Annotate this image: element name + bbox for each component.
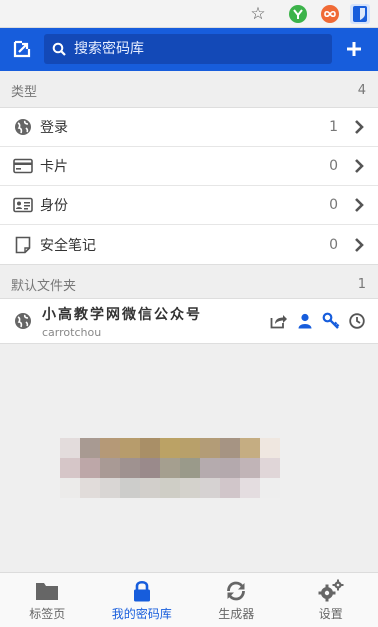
- types-section-count: 4: [357, 82, 366, 98]
- tab-tabs[interactable]: 标签页: [0, 573, 95, 627]
- gears-icon: [318, 579, 344, 603]
- type-row-secure-note[interactable]: 安全笔记 0: [0, 225, 378, 264]
- chevron-right-icon: [350, 236, 368, 254]
- chevron-right-icon: [350, 196, 368, 214]
- folder-section-title: 默认文件夹: [11, 278, 77, 294]
- folder-section-count: 1: [357, 276, 366, 292]
- folder-items-list: 小高教学网微信公众号 carrotchou: [0, 298, 378, 344]
- search-input[interactable]: [74, 34, 332, 64]
- user-icon: [298, 313, 312, 329]
- launch-button[interactable]: [266, 308, 292, 334]
- vault-item-name: 小高教学网微信公众号: [42, 306, 202, 323]
- globe-icon: [12, 310, 34, 332]
- tab-settings[interactable]: 设置: [284, 573, 378, 627]
- extension-infinity-icon[interactable]: [320, 4, 340, 24]
- extension-y-icon[interactable]: [288, 4, 308, 24]
- type-label: 登录: [40, 120, 68, 136]
- id-card-icon: [12, 194, 34, 216]
- copy-username-button[interactable]: [292, 308, 318, 334]
- type-row-card[interactable]: 卡片 0: [0, 147, 378, 186]
- type-label: 身份: [40, 198, 68, 214]
- credit-card-icon: [12, 155, 34, 177]
- refresh-icon: [223, 579, 249, 603]
- tab-label: 标签页: [29, 606, 66, 621]
- tab-label: 生成器: [218, 606, 255, 621]
- folder-icon: [34, 579, 60, 603]
- clock-icon: [349, 313, 365, 329]
- note-icon: [12, 234, 34, 256]
- type-label: 卡片: [40, 159, 68, 175]
- bookmark-star-icon[interactable]: ☆: [248, 4, 268, 24]
- bottom-nav: 标签页 我的密码库 生成器 设置: [0, 572, 378, 627]
- search-icon: [44, 34, 74, 64]
- globe-icon: [12, 116, 34, 138]
- type-count: 1: [329, 119, 338, 135]
- type-count: 0: [329, 197, 338, 213]
- chevron-right-icon: [350, 157, 368, 175]
- copy-password-button[interactable]: [318, 308, 344, 334]
- tab-generator[interactable]: 生成器: [189, 573, 284, 627]
- lock-icon: [129, 579, 155, 603]
- type-count: 0: [329, 236, 338, 253]
- blurred-image: [60, 438, 280, 498]
- search-box[interactable]: [44, 34, 332, 64]
- tab-label: 设置: [318, 606, 343, 621]
- tab-my-vault[interactable]: 我的密码库: [95, 573, 190, 627]
- types-list: 登录 1 卡片 0 身份 0 安全笔记 0: [0, 107, 378, 265]
- types-section-header: 类型 4: [0, 73, 378, 107]
- share-icon: [270, 315, 287, 329]
- browser-toolbar: ☆: [0, 0, 378, 28]
- popout-button[interactable]: [8, 35, 36, 63]
- popout-icon: [13, 40, 31, 58]
- add-item-button[interactable]: [340, 35, 368, 63]
- type-row-identity[interactable]: 身份 0: [0, 186, 378, 225]
- folder-section-header: 默认文件夹 1: [0, 267, 378, 301]
- chevron-right-icon: [350, 118, 368, 136]
- vault-item[interactable]: 小高教学网微信公众号 carrotchou: [0, 299, 378, 343]
- type-label: 安全笔记: [40, 237, 96, 254]
- app-header: [0, 28, 378, 71]
- key-icon: [322, 312, 340, 329]
- vault-item-username: carrotchou: [42, 325, 102, 339]
- tab-label: 我的密码库: [111, 606, 172, 621]
- types-section-title: 类型: [11, 84, 38, 100]
- type-row-login[interactable]: 登录 1: [0, 108, 378, 147]
- type-count: 0: [329, 158, 338, 174]
- plus-icon: [347, 42, 361, 56]
- history-button[interactable]: [344, 308, 370, 334]
- bitwarden-extension-icon[interactable]: [350, 4, 370, 24]
